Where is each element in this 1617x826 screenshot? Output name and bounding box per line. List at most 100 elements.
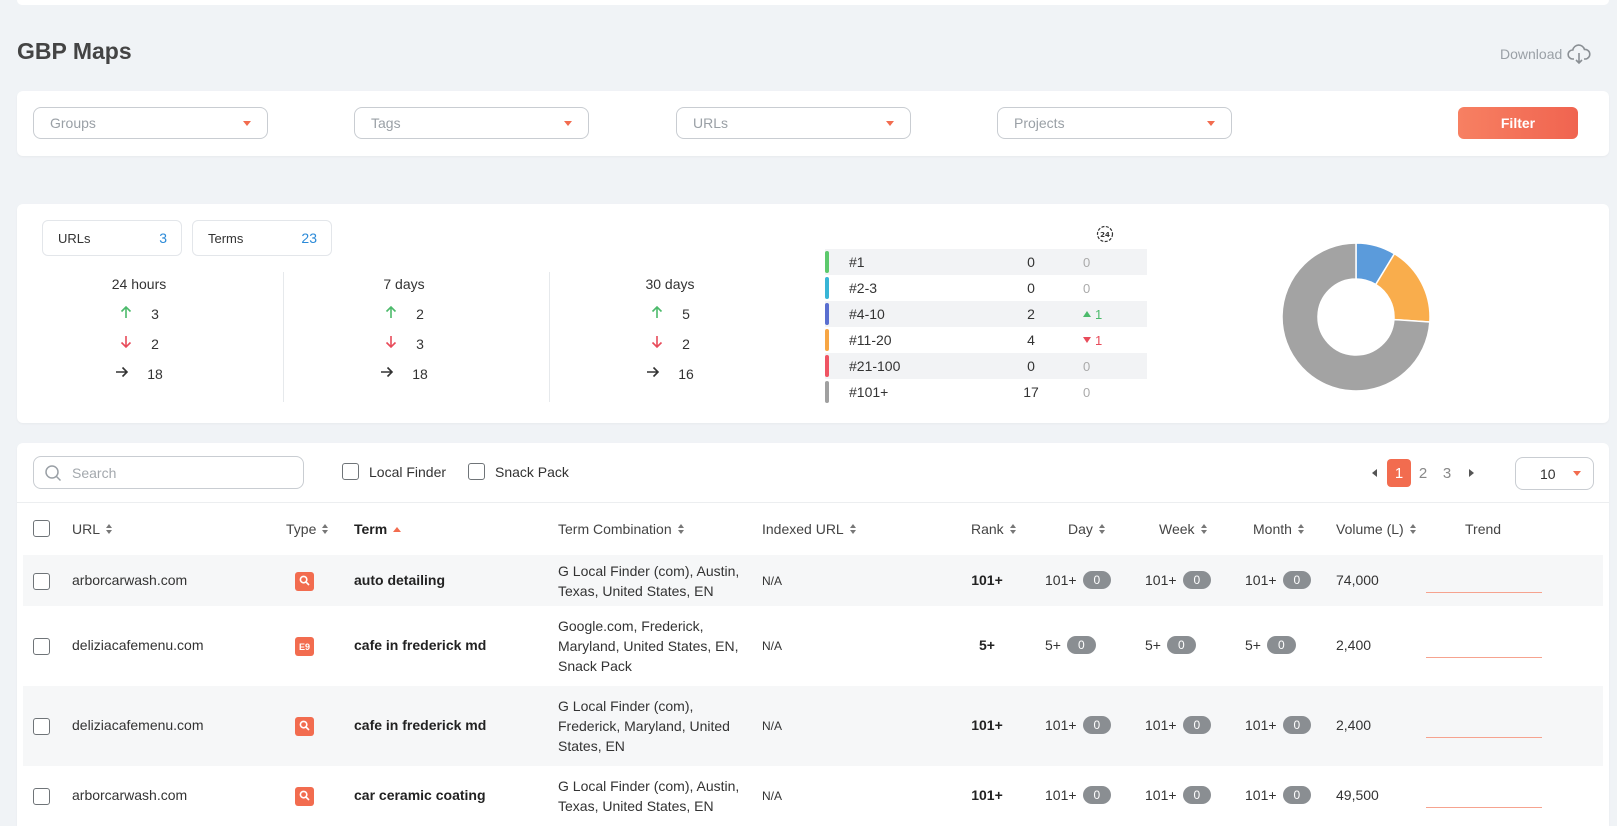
prev-page-icon[interactable] bbox=[1372, 469, 1377, 477]
filters-panel: Groups Tags URLs Projects Filter bbox=[17, 91, 1609, 156]
header-term-combination[interactable]: Term Combination bbox=[558, 521, 684, 537]
header-volume[interactable]: Volume (L) bbox=[1336, 521, 1416, 537]
rank-change-value: 1 bbox=[1095, 306, 1103, 322]
page-1[interactable]: 1 bbox=[1387, 459, 1411, 487]
local-finder-filter[interactable]: Local Finder bbox=[342, 463, 446, 480]
header-url[interactable]: URL bbox=[72, 521, 113, 537]
rank-change: 0 bbox=[1083, 255, 1090, 270]
tags-select[interactable]: Tags bbox=[354, 107, 589, 139]
local-finder-checkbox[interactable] bbox=[342, 463, 359, 480]
month-change-badge: 0 bbox=[1282, 786, 1312, 804]
row-rank: 101+ bbox=[971, 571, 1003, 588]
select-all-checkbox[interactable] bbox=[33, 520, 50, 537]
local-finder-label: Local Finder bbox=[369, 463, 447, 480]
triangle-down-icon bbox=[1083, 337, 1091, 343]
header-rank[interactable]: Rank bbox=[971, 521, 1016, 537]
urls-select[interactable]: URLs bbox=[676, 107, 911, 139]
day-change-badge: 0 bbox=[1066, 636, 1096, 654]
row-day: 101+ 0 bbox=[1045, 786, 1112, 804]
row-volume: 49,500 bbox=[1336, 787, 1379, 803]
rank-color-bar bbox=[825, 277, 829, 299]
period-up-row: 5 bbox=[570, 305, 770, 322]
header-day[interactable]: Day bbox=[1068, 521, 1105, 537]
row-url[interactable]: deliziacafemenu.com bbox=[72, 717, 204, 733]
arrow-up-icon bbox=[650, 305, 664, 322]
rank-color-bar bbox=[825, 329, 829, 351]
header-term[interactable]: Term bbox=[354, 521, 402, 537]
rank-row: #1 0 0 bbox=[825, 249, 1147, 275]
period-flat-row: 18 bbox=[39, 365, 239, 382]
groups-placeholder: Groups bbox=[50, 115, 96, 131]
download-button[interactable]: Download bbox=[1500, 43, 1591, 65]
next-page-icon[interactable] bbox=[1469, 469, 1474, 477]
local-finder-icon bbox=[299, 720, 310, 733]
rank-change: 0 bbox=[1083, 281, 1090, 296]
table-row: deliziacafemenu.com E9 cafe in frederick m… bbox=[23, 606, 1603, 686]
row-checkbox[interactable] bbox=[33, 718, 50, 735]
row-indexed-url: N/A bbox=[762, 789, 783, 803]
type-badge: E9 bbox=[295, 637, 314, 656]
page-3[interactable]: 3 bbox=[1435, 459, 1459, 487]
rank-label: #101+ bbox=[849, 384, 889, 400]
row-trend-sparkline bbox=[1426, 591, 1542, 593]
groups-select[interactable]: Groups bbox=[33, 107, 268, 139]
day-rank: 5+ bbox=[1045, 637, 1061, 653]
projects-select[interactable]: Projects bbox=[997, 107, 1232, 139]
local-finder-icon bbox=[299, 575, 310, 588]
rank-count: 0 bbox=[1027, 254, 1035, 270]
period-1: 7 days 2 3 18 bbox=[304, 276, 504, 382]
header-type-label: Type bbox=[286, 521, 317, 537]
period-down-row: 2 bbox=[570, 335, 770, 352]
page-2[interactable]: 2 bbox=[1411, 459, 1435, 487]
sort-icon bbox=[106, 524, 113, 534]
period-title: 30 days bbox=[645, 276, 695, 292]
rank-count: 2 bbox=[1027, 306, 1035, 322]
header-week[interactable]: Week bbox=[1159, 521, 1207, 537]
filter-button[interactable]: Filter bbox=[1458, 107, 1578, 139]
header-indexed-url[interactable]: Indexed URL bbox=[762, 521, 856, 537]
rank-donut-chart bbox=[1281, 242, 1431, 392]
period-0: 24 hours 3 2 18 bbox=[39, 276, 239, 382]
arrow-right-icon bbox=[646, 365, 660, 382]
table-row: arborcarwash.com auto detailing G Local Fi… bbox=[23, 555, 1603, 606]
history-24h-icon[interactable]: 24 bbox=[1095, 224, 1115, 244]
per-page-select[interactable]: 10 bbox=[1515, 457, 1594, 490]
rank-count: 4 bbox=[1027, 332, 1035, 348]
row-checkbox[interactable] bbox=[33, 638, 50, 655]
row-url[interactable]: arborcarwash.com bbox=[72, 572, 187, 588]
snack-pack-filter[interactable]: Snack Pack bbox=[468, 463, 569, 480]
header-term-label: Term bbox=[354, 521, 388, 537]
search-input[interactable] bbox=[72, 464, 272, 481]
header-type[interactable]: Type bbox=[286, 521, 329, 537]
rank-change-value: 0 bbox=[1083, 384, 1091, 400]
search-box bbox=[33, 456, 304, 489]
chevron-down-icon bbox=[564, 120, 572, 126]
snack-pack-checkbox[interactable] bbox=[468, 463, 485, 480]
header-month[interactable]: Month bbox=[1253, 521, 1304, 537]
month-rank: 5+ bbox=[1245, 637, 1261, 653]
page-title: GBP Maps bbox=[17, 38, 132, 64]
row-checkbox[interactable] bbox=[33, 572, 50, 590]
period-up-row: 2 bbox=[304, 305, 504, 322]
rank-color-bar bbox=[825, 303, 829, 325]
chevron-down-icon bbox=[1573, 471, 1581, 476]
row-trend-sparkline bbox=[1426, 737, 1542, 738]
type-badge bbox=[295, 717, 314, 736]
header-trend-label: Trend bbox=[1465, 521, 1502, 537]
header-week-label: Week bbox=[1159, 521, 1195, 537]
row-rank: 101+ bbox=[971, 787, 1003, 803]
row-url[interactable]: arborcarwash.com bbox=[72, 787, 187, 803]
period-up-value: 2 bbox=[416, 305, 424, 322]
row-volume: 2,400 bbox=[1336, 717, 1372, 733]
row-checkbox[interactable] bbox=[33, 788, 50, 805]
week-change-badge: 0 bbox=[1166, 636, 1196, 654]
period-flat-row: 16 bbox=[570, 365, 770, 382]
rank-change-value: 0 bbox=[1083, 358, 1091, 374]
week-rank: 101+ bbox=[1145, 717, 1177, 733]
sort-icon bbox=[322, 524, 329, 534]
stats-panel: URLs 3 Terms 23 24 hours 3 2 18 7 days 2 3 18 30… bbox=[17, 204, 1609, 423]
urls-count-pill: URLs 3 bbox=[42, 220, 182, 256]
row-url[interactable]: deliziacafemenu.com bbox=[72, 637, 204, 653]
terms-count-pill: Terms 23 bbox=[192, 220, 332, 256]
rank-change: 0 bbox=[1083, 359, 1090, 374]
